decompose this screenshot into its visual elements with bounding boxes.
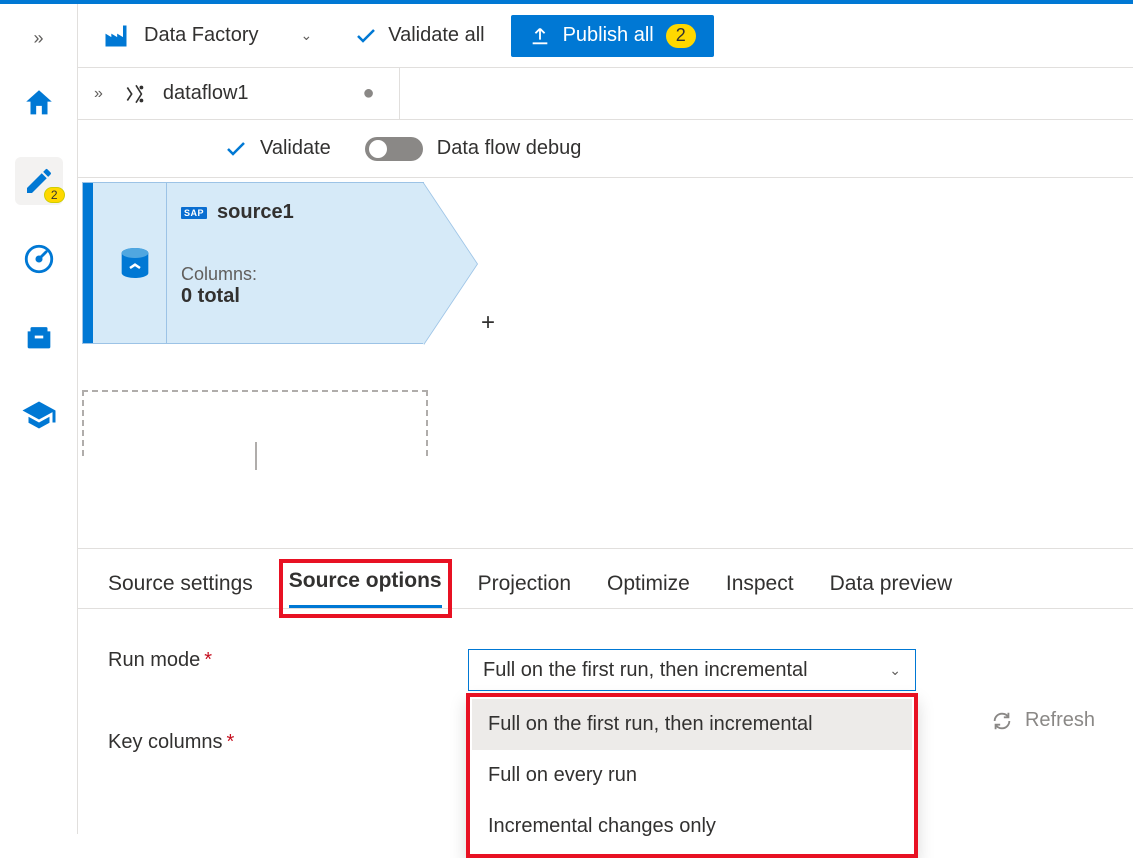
unsaved-indicator-icon: ● — [363, 82, 375, 105]
dataflow-canvas[interactable]: SAP source1 Columns: 0 total + — [78, 178, 1133, 549]
source-node-title: source1 — [217, 201, 294, 224]
validate-button[interactable]: Validate — [224, 137, 331, 161]
home-icon — [22, 86, 56, 120]
source-node[interactable]: SAP source1 Columns: 0 total + — [82, 182, 424, 344]
run-mode-value: Full on the first run, then incremental — [483, 659, 808, 682]
debug-label: Data flow debug — [437, 137, 582, 160]
add-transform-button[interactable]: + — [481, 309, 495, 337]
dataflow-toolbar: Validate Data flow debug — [78, 120, 1133, 178]
publish-all-button[interactable]: Publish all 2 — [511, 15, 714, 57]
tab-scroll-icon[interactable]: » — [94, 85, 103, 103]
expand-nav-icon[interactable]: » — [33, 28, 43, 49]
required-indicator: * — [204, 649, 212, 671]
checkmark-icon — [354, 24, 378, 48]
publish-count-badge: 2 — [666, 24, 696, 48]
dataflow-icon — [123, 81, 149, 107]
database-icon — [115, 243, 155, 283]
tab-source-settings[interactable]: Source settings — [108, 572, 253, 608]
sap-badge-icon: SAP — [181, 207, 207, 219]
factory-icon — [102, 22, 130, 50]
chevron-down-icon: ⌄ — [889, 662, 901, 679]
property-tabs: Source settings Source options Projectio… — [78, 549, 1133, 609]
refresh-label: Refresh — [1025, 709, 1095, 732]
run-mode-options-menu: Full on the first run, then incremental … — [466, 693, 918, 858]
columns-value: 0 total — [181, 285, 294, 308]
validate-all-button[interactable]: Validate all — [354, 24, 484, 48]
run-mode-dropdown[interactable]: Full on the first run, then incremental … — [468, 649, 916, 691]
graduation-cap-icon — [21, 397, 57, 433]
run-mode-label: Run mode* — [108, 649, 468, 672]
tab-source-options[interactable]: Source options — [289, 569, 442, 608]
nav-learn[interactable] — [15, 391, 63, 439]
checkmark-icon — [224, 137, 248, 161]
factory-label: Data Factory — [144, 24, 258, 47]
nav-author[interactable]: 2 — [15, 157, 63, 205]
refresh-icon — [991, 710, 1013, 732]
drop-zone[interactable] — [82, 390, 428, 456]
run-mode-option-0[interactable]: Full on the first run, then incremental — [472, 699, 912, 750]
nav-monitor[interactable] — [15, 235, 63, 283]
debug-toggle[interactable] — [365, 137, 423, 161]
tab-optimize[interactable]: Optimize — [607, 572, 690, 608]
nav-home[interactable] — [15, 79, 63, 127]
upload-icon — [529, 25, 551, 47]
run-mode-option-2[interactable]: Incremental changes only — [472, 801, 912, 852]
required-indicator: * — [227, 731, 235, 753]
left-nav: » 2 — [0, 4, 78, 834]
source-options-form: Run mode* Full on the first run, then in… — [78, 609, 1133, 834]
tab-projection[interactable]: Projection — [478, 572, 571, 608]
factory-selector[interactable]: Data Factory ⌄ — [102, 22, 312, 50]
refresh-button[interactable]: Refresh — [991, 709, 1095, 732]
file-tab-strip: » dataflow1 ● — [78, 68, 1133, 120]
node-accent-bar — [83, 183, 93, 343]
validate-label: Validate — [260, 137, 331, 160]
author-badge: 2 — [44, 187, 65, 203]
gauge-icon — [22, 242, 56, 276]
nav-manage[interactable] — [15, 313, 63, 361]
file-tab-label: dataflow1 — [163, 82, 249, 105]
validate-all-label: Validate all — [388, 24, 484, 47]
chevron-down-icon: ⌄ — [300, 27, 312, 44]
file-tab-dataflow1[interactable]: dataflow1 ● — [117, 68, 400, 119]
tab-inspect[interactable]: Inspect — [726, 572, 794, 608]
run-mode-option-1[interactable]: Full on every run — [472, 750, 912, 801]
columns-label: Columns: — [181, 264, 294, 285]
top-toolbar: Data Factory ⌄ Validate all Publish all … — [78, 4, 1133, 68]
tab-data-preview[interactable]: Data preview — [830, 572, 953, 608]
publish-label: Publish all — [563, 24, 654, 47]
key-columns-label: Key columns* — [108, 731, 468, 754]
toolbox-icon — [22, 320, 56, 354]
